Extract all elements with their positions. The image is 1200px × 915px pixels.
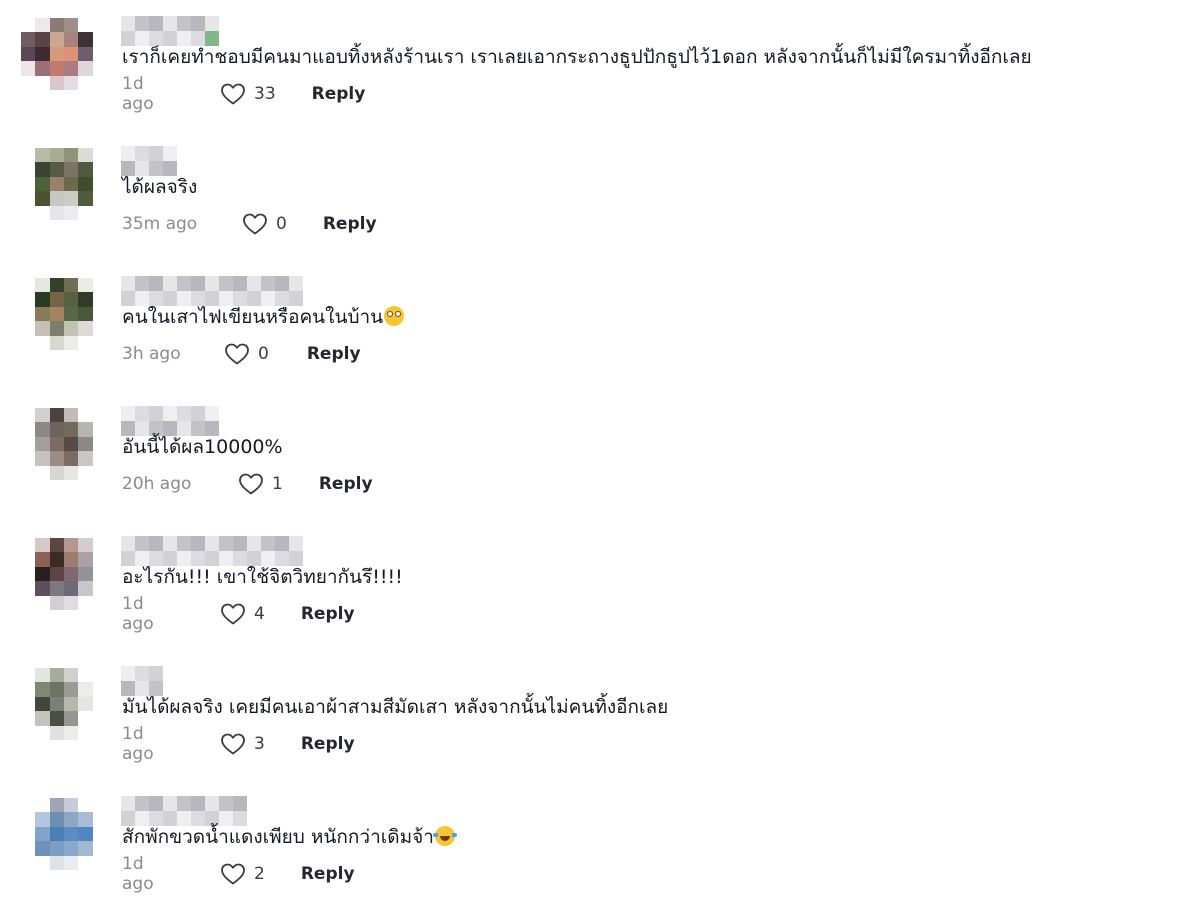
heart-outline-icon <box>221 863 245 885</box>
comment-item: เราก็เคยทำชอบมีคนมาแอบทิ้งหลังร้านเรา เร… <box>0 0 1200 130</box>
reply-button[interactable]: Reply <box>307 344 361 364</box>
like-count: 1 <box>272 474 283 494</box>
comment-timestamp: 35m ago <box>122 214 198 234</box>
comment-item: อะไรกัน!!! เขาใช้จิตวิทยากันรึ!!!! 1d ago… <box>0 520 1200 650</box>
username-redacted[interactable] <box>121 16 219 46</box>
like-button[interactable]: 1 <box>238 472 283 496</box>
comment-meta: 1d ago 2 Reply <box>122 854 355 894</box>
comment-timestamp: 1d ago <box>122 594 154 634</box>
heart-outline-icon <box>221 83 245 105</box>
comment-text-content: สักพักขวดน้ำแดงเพียบ หนักกว่าเดิมจ้า <box>122 826 434 848</box>
avatar[interactable] <box>21 148 107 220</box>
heart-outline-icon <box>243 213 267 235</box>
avatar[interactable] <box>21 18 107 90</box>
reply-button[interactable]: Reply <box>323 214 377 234</box>
comment-timestamp: 3h ago <box>122 344 181 364</box>
comment-timestamp: 20h ago <box>122 474 192 494</box>
comment-item: ได้ผลจริง 35m ago 0 Reply <box>0 130 1200 260</box>
comment-meta: 1d ago 4 Reply <box>122 594 355 634</box>
username-redacted[interactable] <box>121 146 177 176</box>
comment-text: สักพักขวดน้ำแดงเพียบ หนักกว่าเดิมจ้า <box>122 824 457 850</box>
comment-text: มันได้ผลจริง เคยมีคนเอาผ้าสามสีมัดเสา หล… <box>122 694 668 720</box>
comment-meta: 1d ago 3 Reply <box>122 724 355 764</box>
avatar[interactable] <box>21 798 107 870</box>
reply-button[interactable]: Reply <box>301 604 355 624</box>
like-count: 2 <box>254 864 265 884</box>
like-button[interactable]: 0 <box>224 342 269 366</box>
like-button[interactable]: 2 <box>220 862 265 886</box>
heart-outline-icon <box>221 733 245 755</box>
comment-text: คนในเสาไฟเขียนหรือคนในบ้าน <box>122 304 405 330</box>
comment-text-content: อันนี้ได้ผล10000% <box>122 436 283 458</box>
reply-button[interactable]: Reply <box>312 84 366 104</box>
reply-button[interactable]: Reply <box>301 734 355 754</box>
like-count: 33 <box>254 84 276 104</box>
reply-button[interactable]: Reply <box>319 474 373 494</box>
like-count: 3 <box>254 734 265 754</box>
face-with-tears-of-joy-emoji <box>432 826 457 846</box>
comment-text-content: อะไรกัน!!! เขาใช้จิตวิทยากันรึ!!!! <box>122 566 403 588</box>
username-redacted[interactable] <box>121 796 247 826</box>
comment-item: คนในเสาไฟเขียนหรือคนในบ้าน 3h ago 0 Reply <box>0 260 1200 390</box>
username-redacted[interactable] <box>121 406 219 436</box>
comment-text: อันนี้ได้ผล10000% <box>122 434 283 460</box>
username-redacted[interactable] <box>121 276 303 306</box>
like-count: 0 <box>276 214 287 234</box>
like-button[interactable]: 4 <box>220 602 265 626</box>
reply-button[interactable]: Reply <box>301 864 355 884</box>
comment-text-content: มันได้ผลจริง เคยมีคนเอาผ้าสามสีมัดเสา หล… <box>122 696 669 718</box>
comment-meta: 1d ago 33 Reply <box>122 74 366 114</box>
flushed-face-emoji <box>384 306 405 326</box>
comment-item: มันได้ผลจริง เคยมีคนเอาผ้าสามสีมัดเสา หล… <box>0 650 1200 780</box>
like-button[interactable]: 0 <box>242 212 287 236</box>
comment-item: สักพักขวดน้ำแดงเพียบ หนักกว่าเดิมจ้า 1d a… <box>0 780 1200 910</box>
comment-timestamp: 1d ago <box>122 74 154 114</box>
comment-timestamp: 1d ago <box>122 724 154 764</box>
comment-meta: 35m ago 0 Reply <box>122 211 377 237</box>
heart-outline-icon <box>221 603 245 625</box>
username-redacted[interactable] <box>121 536 303 566</box>
avatar[interactable] <box>21 278 107 350</box>
comment-text: เราก็เคยทำชอบมีคนมาแอบทิ้งหลังร้านเรา เร… <box>122 44 1032 70</box>
heart-outline-icon <box>225 343 249 365</box>
avatar[interactable] <box>21 538 107 610</box>
comment-text-content: เราก็เคยทำชอบมีคนมาแอบทิ้งหลังร้านเรา เร… <box>122 46 1032 68</box>
comment-meta: 20h ago 1 Reply <box>122 471 373 497</box>
like-button[interactable]: 33 <box>220 82 276 106</box>
comment-text: อะไรกัน!!! เขาใช้จิตวิทยากันรึ!!!! <box>122 564 403 590</box>
comment-text: ได้ผลจริง <box>122 174 197 200</box>
comment-timestamp: 1d ago <box>122 854 154 894</box>
avatar[interactable] <box>21 668 107 740</box>
comment-text-content: ได้ผลจริง <box>122 176 198 198</box>
heart-outline-icon <box>239 473 263 495</box>
like-count: 4 <box>254 604 265 624</box>
username-redacted[interactable] <box>121 666 163 696</box>
comment-text-content: คนในเสาไฟเขียนหรือคนในบ้าน <box>122 306 384 328</box>
comment-meta: 3h ago 0 Reply <box>122 341 361 367</box>
like-count: 0 <box>258 344 269 364</box>
comment-item: อันนี้ได้ผล10000% 20h ago 1 Reply <box>0 390 1200 520</box>
avatar[interactable] <box>21 408 107 480</box>
like-button[interactable]: 3 <box>220 732 265 756</box>
